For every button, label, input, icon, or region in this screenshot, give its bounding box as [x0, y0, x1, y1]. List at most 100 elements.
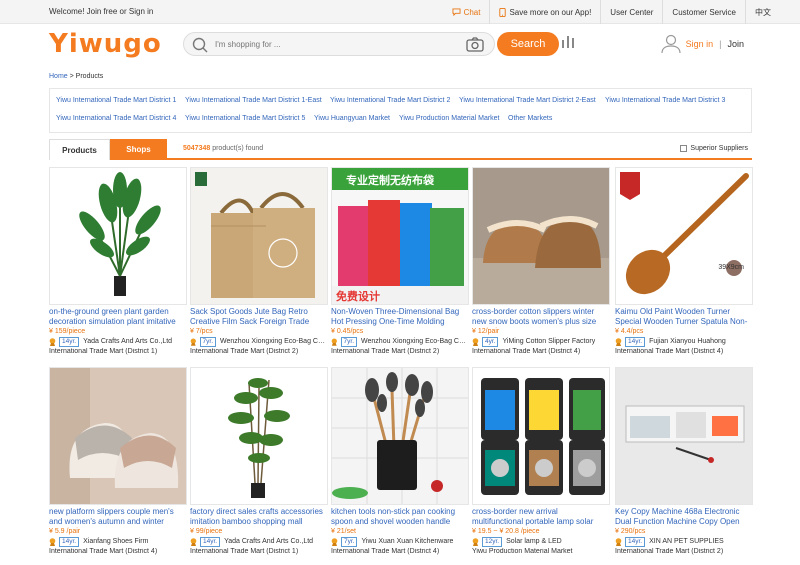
- product-card[interactable]: cross-border cotton slippers winter new …: [472, 167, 610, 356]
- supplier-name[interactable]: Solar lamp & LED: [506, 537, 562, 547]
- product-title[interactable]: cross-border new arrival multifunctional…: [472, 507, 610, 526]
- supplier-years: 14yr.: [200, 537, 221, 547]
- market-filter: Yiwu International Trade Mart District 1…: [49, 88, 752, 133]
- result-tabs: Products Shops 5047348 product(s) found …: [49, 139, 752, 160]
- supplier-info: 12yr. Solar lamp & LED: [472, 537, 610, 547]
- jute-bag-image: [191, 168, 327, 304]
- product-title[interactable]: factory direct sales crafts accessories …: [190, 507, 328, 526]
- result-count-number: 5047348: [183, 145, 211, 152]
- supplier-name[interactable]: XIN AN PET SUPPLIES: [649, 537, 724, 547]
- product-image[interactable]: [190, 167, 328, 305]
- product-image[interactable]: [49, 167, 187, 305]
- search-input[interactable]: [215, 34, 445, 54]
- plant-image: [79, 172, 161, 296]
- market-link[interactable]: Yiwu International Trade Mart District 1: [56, 97, 176, 104]
- welcome-text[interactable]: Welcome! Join free or Sign in: [49, 7, 153, 16]
- medal-icon: [49, 338, 56, 346]
- supplier-name[interactable]: Yada Crafts And Arts Co.,Ltd: [224, 537, 313, 547]
- market-link[interactable]: Yiwu Production Material Market: [399, 115, 500, 122]
- supplier-name[interactable]: Fujian Xianyou Huahong: [649, 337, 726, 347]
- product-price: ¥ 0.45/pcs: [331, 328, 364, 335]
- market-link[interactable]: Yiwu International Trade Mart District 3: [605, 97, 725, 104]
- product-title[interactable]: new platform slippers couple men's and w…: [49, 507, 187, 526]
- tab-shops[interactable]: Shops: [110, 139, 167, 160]
- product-card[interactable]: on-the-ground green plant garden decorat…: [49, 167, 187, 356]
- product-price: ¥ 12/pair: [472, 328, 500, 335]
- product-image[interactable]: [49, 367, 187, 505]
- user-area: Sign in | Join: [660, 34, 744, 54]
- product-title[interactable]: kitchen tools non-stick pan cooking spoo…: [331, 507, 469, 526]
- product-title[interactable]: Key Copy Machine 468a Electronic Dual Fu…: [615, 507, 753, 526]
- search-icon: [192, 37, 208, 53]
- supplier-name[interactable]: Xianfang Shoes Firm: [83, 537, 148, 547]
- product-title[interactable]: Non-Woven Three-Dimensional Bag Hot Pres…: [331, 307, 469, 326]
- product-card[interactable]: factory direct sales crafts accessories …: [190, 367, 328, 556]
- market-link[interactable]: Yiwu International Trade Mart District 4: [56, 115, 176, 122]
- supplier-info: 14yr. Xianfang Shoes Firm: [49, 537, 187, 547]
- product-title[interactable]: Kaimu Old Paint Wooden Turner Special Wo…: [615, 307, 753, 326]
- supplier-years: 7yr.: [199, 337, 217, 347]
- market-link[interactable]: Other Markets: [508, 115, 552, 122]
- product-card[interactable]: Sack Spot Goods Jute Bag Retro Creative …: [190, 167, 328, 356]
- superior-label: Superior Suppliers: [690, 145, 748, 152]
- product-market: International Trade Mart (District 4): [615, 348, 724, 355]
- cotton-slippers-image: [473, 168, 609, 304]
- supplier-years: 12yr.: [482, 537, 503, 547]
- product-image[interactable]: 专业定制无纺布袋 免费设计: [331, 167, 469, 305]
- user-center-link[interactable]: User Center: [600, 0, 662, 24]
- market-link[interactable]: Yiwu International Trade Mart District 1…: [185, 97, 322, 104]
- product-title[interactable]: Sack Spot Goods Jute Bag Retro Creative …: [190, 307, 328, 326]
- join-link[interactable]: Join: [727, 39, 744, 49]
- market-link[interactable]: Yiwu International Trade Mart District 5: [185, 115, 305, 122]
- camera-icon[interactable]: [466, 37, 484, 52]
- product-image[interactable]: 39X9cm: [615, 167, 753, 305]
- market-link[interactable]: Yiwu International Trade Mart District 2…: [459, 97, 596, 104]
- supplier-years: 4yr.: [482, 337, 499, 347]
- product-card[interactable]: Key Copy Machine 468a Electronic Dual Fu…: [615, 367, 753, 556]
- platform-slippers-image: [50, 368, 186, 504]
- product-image[interactable]: [190, 367, 328, 505]
- product-card[interactable]: new platform slippers couple men's and w…: [49, 367, 187, 556]
- supplier-years: 14yr.: [625, 537, 646, 547]
- breadcrumb-home[interactable]: Home: [49, 73, 68, 80]
- product-card[interactable]: 39X9cm Kaimu Old Paint Wooden Turner Spe…: [615, 167, 753, 356]
- market-link[interactable]: Yiwu Huangyuan Market: [314, 115, 390, 122]
- app-link[interactable]: Save more on our App!: [489, 0, 600, 24]
- product-card[interactable]: cross-border new arrival multifunctional…: [472, 367, 610, 556]
- product-image[interactable]: [331, 367, 469, 505]
- search-button[interactable]: Search: [497, 32, 559, 56]
- supplier-name[interactable]: Yiwu Xuan Xuan Kitchenware: [361, 537, 453, 547]
- wooden-turner-image: [616, 168, 752, 304]
- product-market: International Trade Mart (District 1): [190, 548, 299, 555]
- product-title[interactable]: on-the-ground green plant garden decorat…: [49, 307, 187, 326]
- product-image[interactable]: [472, 367, 610, 505]
- kitchen-tools-image: [332, 368, 468, 504]
- supplier-name[interactable]: Wenzhou Xiongxing Eco-Bag Co.,Ltd: [361, 337, 469, 347]
- search-box: [183, 32, 495, 56]
- bar-chart-icon[interactable]: [562, 36, 574, 48]
- product-image[interactable]: [472, 167, 610, 305]
- supplier-name[interactable]: Yada Crafts And Arts Co.,Ltd: [83, 337, 172, 347]
- sign-in-link[interactable]: Sign in: [686, 39, 714, 49]
- medal-icon: [615, 538, 622, 546]
- tab-products[interactable]: Products: [49, 139, 110, 160]
- medal-icon: [49, 538, 56, 546]
- supplier-name[interactable]: Wenzhou Xiongxing Eco-Bag Co.,Ltd: [220, 337, 328, 347]
- language-link[interactable]: 中文: [745, 0, 780, 24]
- chat-link[interactable]: Chat: [443, 0, 490, 24]
- nonwoven-bags-image: [332, 168, 468, 304]
- bag-banner-text: 专业定制无纺布袋: [346, 175, 434, 187]
- superior-suppliers-filter[interactable]: Superior Suppliers: [680, 145, 748, 152]
- breadcrumb-sep: >: [67, 73, 76, 80]
- language-label: 中文: [755, 7, 771, 17]
- product-title[interactable]: cross-border cotton slippers winter new …: [472, 307, 610, 326]
- product-card[interactable]: kitchen tools non-stick pan cooking spoo…: [331, 367, 469, 556]
- site-logo[interactable]: Yiwugo: [49, 29, 162, 59]
- supplier-name[interactable]: YiMing Cotton Slipper Factory: [502, 337, 595, 347]
- market-link[interactable]: Yiwu International Trade Mart District 2: [330, 97, 450, 104]
- product-card[interactable]: 专业定制无纺布袋 免费设计 Non-Woven Three-Dimensiona…: [331, 167, 469, 356]
- customer-service-link[interactable]: Customer Service: [662, 0, 745, 24]
- product-price: ¥ 99/piece: [190, 528, 223, 535]
- superior-checkbox[interactable]: [680, 145, 688, 152]
- product-image[interactable]: [615, 367, 753, 505]
